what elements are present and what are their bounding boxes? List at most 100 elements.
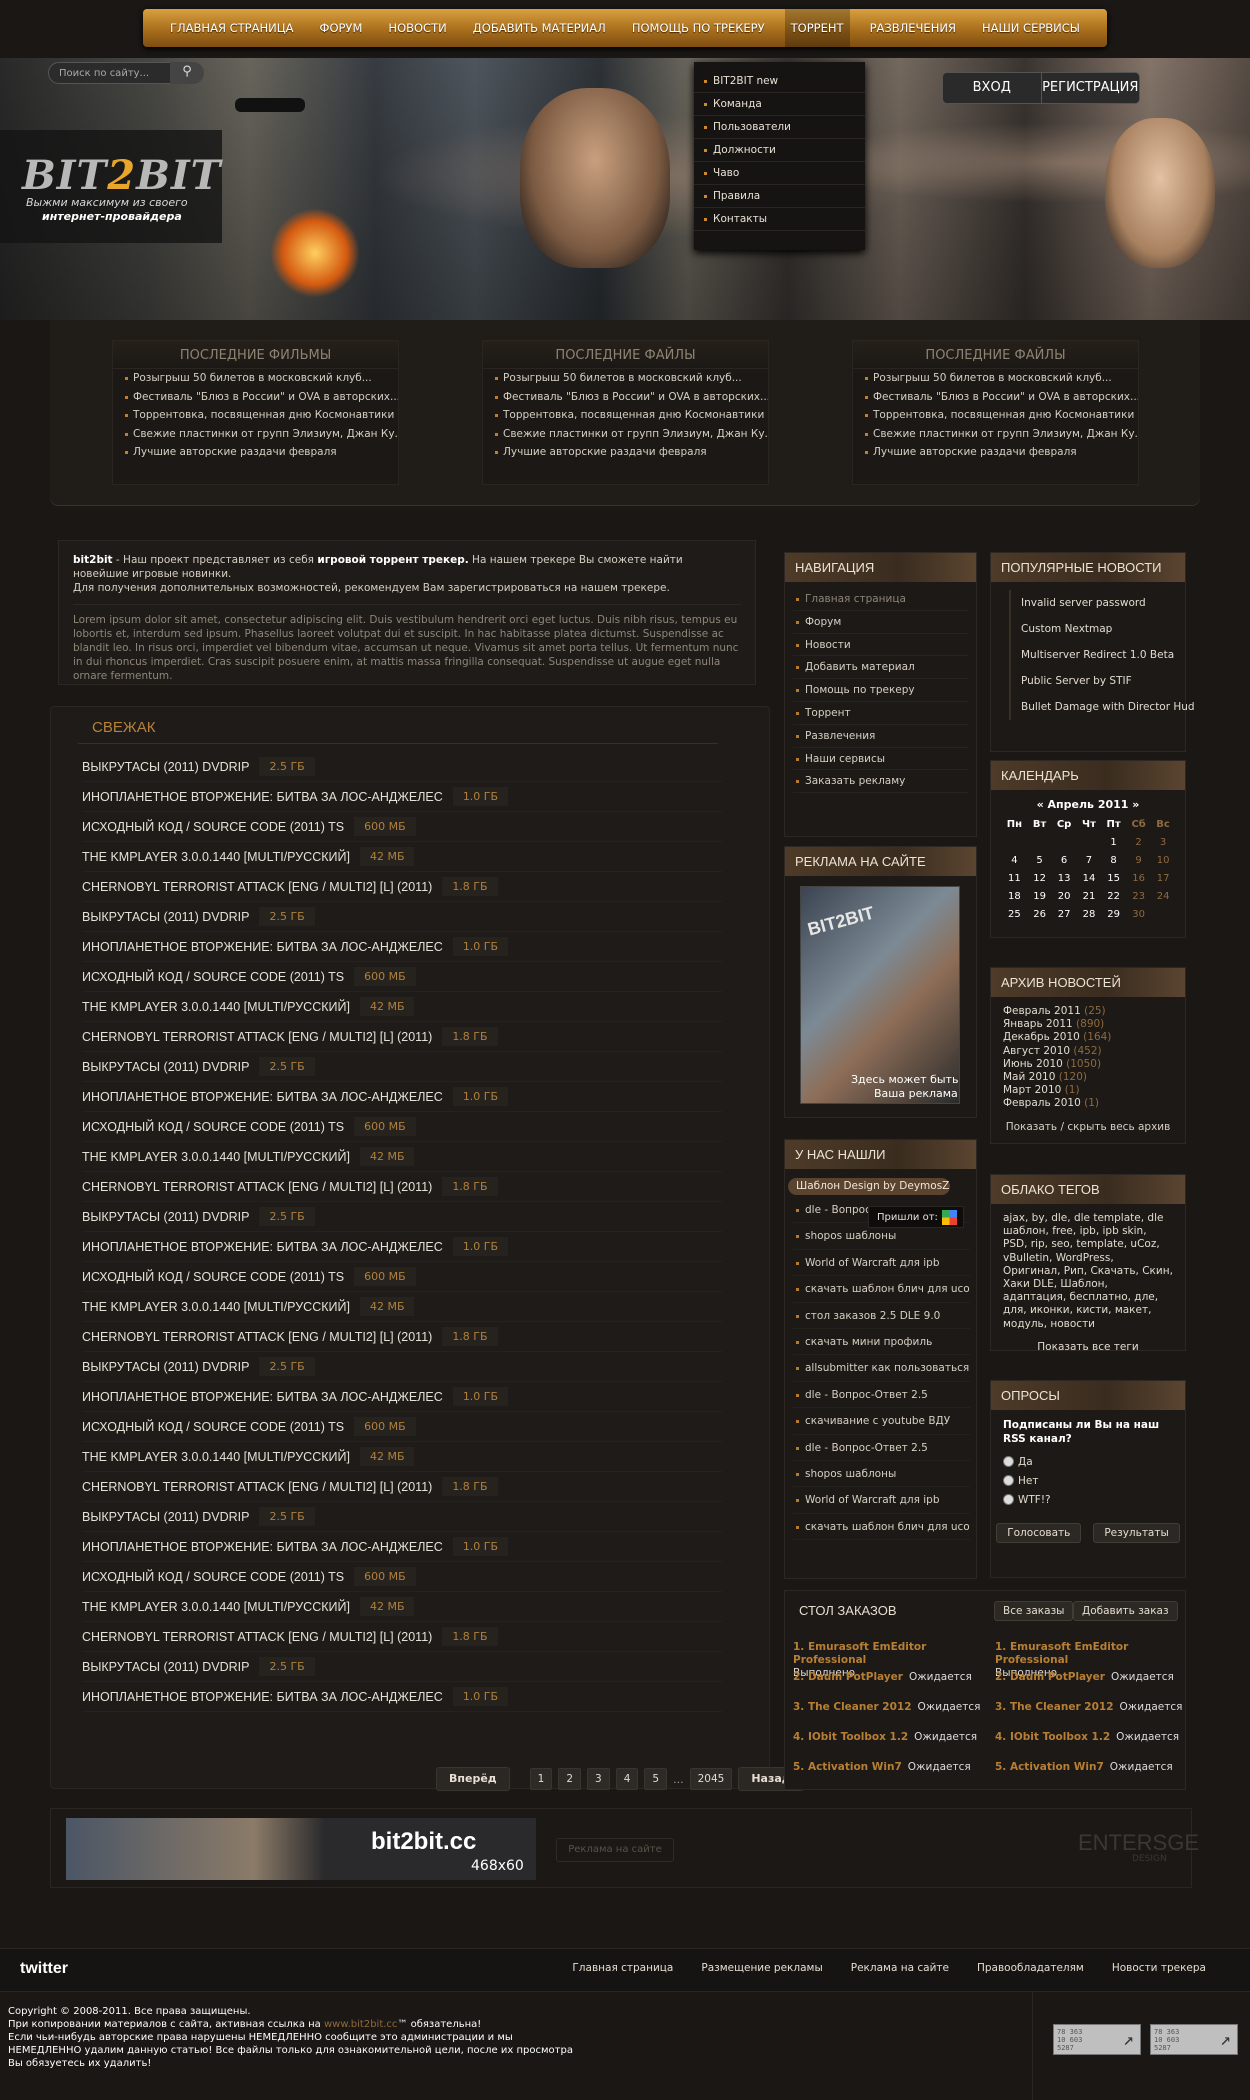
twitter-logo[interactable]: twitter: [20, 1960, 68, 1978]
latest-item[interactable]: Фестиваль "Блюз в России" и OVA в авторс…: [113, 388, 398, 407]
popular-item[interactable]: Multiserver Redirect 1.0 Beta: [1009, 642, 1175, 668]
dropdown-item[interactable]: Должности: [694, 139, 865, 162]
fresh-row[interactable]: ИСХОДНЫЙ КОД / SOURCE CODE (2011) TS 600 …: [82, 962, 722, 992]
calendar-day[interactable]: 9: [1126, 851, 1151, 869]
calendar-day[interactable]: 30: [1126, 905, 1151, 923]
fresh-row[interactable]: ВЫКРУТАСЫ (2011) DVDRIP 2.5 ГБ: [82, 752, 722, 782]
poll-option[interactable]: WTF!?: [1003, 1490, 1173, 1509]
bit2bit-banner[interactable]: bit2bit.cc 468x60: [66, 1818, 536, 1880]
radio-button[interactable]: [1003, 1475, 1014, 1486]
order-item[interactable]: 5. Activation Win7 Ожидается: [793, 1759, 983, 1789]
fresh-row[interactable]: ИНОПЛАНЕТНОЕ ВТОРЖЕНИЕ: БИТВА ЗА ЛОС-АНД…: [82, 782, 722, 812]
latest-item[interactable]: Розыгрыш 50 билетов в московский клуб...: [853, 369, 1138, 388]
latest-item[interactable]: Фестиваль "Блюз в России" и OVA в авторс…: [483, 388, 768, 407]
site-logo[interactable]: BIT2BIT: [22, 152, 221, 199]
fresh-row[interactable]: THE KMPLAYER 3.0.0.1440 [MULTI/РУССКИЙ] 4…: [82, 842, 722, 872]
latest-item[interactable]: Торрентовка, посвященная дню Космонавтик…: [483, 406, 768, 425]
calendar-day[interactable]: 27: [1051, 905, 1076, 923]
nav-item[interactable]: НОВОСТИ: [382, 9, 452, 47]
popular-item[interactable]: Invalid server password: [1009, 590, 1175, 616]
fresh-item-name[interactable]: CHERNOBYL TERRORIST ATTACK [ENG / MULTI2…: [82, 1630, 442, 1644]
nav-item[interactable]: ДОБАВИТЬ МАТЕРИАЛ: [467, 9, 612, 47]
order-item[interactable]: 2. Daum PotPlayer Ожидается: [793, 1669, 983, 1699]
found-item[interactable]: shopos шаблоны: [793, 1461, 970, 1488]
design-tag[interactable]: Шаблон Design by DeymosZ: [788, 1178, 950, 1195]
fresh-row[interactable]: THE KMPLAYER 3.0.0.1440 [MULTI/РУССКИЙ] 4…: [82, 992, 722, 1022]
footer-link[interactable]: Новости трекера: [1098, 1962, 1220, 1974]
latest-item[interactable]: Торрентовка, посвященная дню Космонавтик…: [113, 406, 398, 425]
fresh-item-name[interactable]: ВЫКРУТАСЫ (2011) DVDRIP: [82, 1060, 259, 1074]
fresh-item-name[interactable]: CHERNOBYL TERRORIST ATTACK [ENG / MULTI2…: [82, 1030, 442, 1044]
latest-item[interactable]: Свежие пластинки от групп Элизиум, Джан …: [483, 425, 768, 444]
fresh-item-name[interactable]: CHERNOBYL TERRORIST ATTACK [ENG / MULTI2…: [82, 1180, 442, 1194]
sidebar-nav-item[interactable]: Добавить материал: [793, 656, 968, 680]
dropdown-item[interactable]: Контакты: [694, 208, 865, 231]
fresh-row[interactable]: ИСХОДНЫЙ КОД / SOURCE CODE (2011) TS 600 …: [82, 812, 722, 842]
order-item[interactable]: 5. Activation Win7 Ожидается: [995, 1759, 1185, 1789]
fresh-item-name[interactable]: ИНОПЛАНЕТНОЕ ВТОРЖЕНИЕ: БИТВА ЗА ЛОС-АНД…: [82, 1690, 453, 1704]
fresh-item-name[interactable]: THE KMPLAYER 3.0.0.1440 [MULTI/РУССКИЙ]: [82, 850, 360, 864]
found-item[interactable]: скачивание с youtube ВДУ: [793, 1408, 970, 1435]
calendar-day[interactable]: 26: [1028, 905, 1052, 923]
nav-item[interactable]: ФОРУМ: [314, 9, 369, 47]
found-item[interactable]: World of Warcraft для ipb: [793, 1487, 970, 1514]
order-name[interactable]: 2. Daum PotPlayer: [793, 1671, 903, 1684]
calendar-day[interactable]: 29: [1101, 905, 1126, 923]
calendar-day[interactable]: 18: [1001, 887, 1028, 905]
fresh-item-name[interactable]: ВЫКРУТАСЫ (2011) DVDRIP: [82, 1660, 259, 1674]
calendar-day[interactable]: 16: [1126, 869, 1151, 887]
calendar-day[interactable]: 17: [1151, 869, 1175, 887]
fresh-row[interactable]: CHERNOBYL TERRORIST ATTACK [ENG / MULTI2…: [82, 1022, 722, 1052]
calendar-month[interactable]: « Апрель 2011 »: [1001, 798, 1175, 811]
pager-page[interactable]: 2: [558, 1768, 582, 1790]
order-name[interactable]: 1. Emurasoft EmEditor Professional: [995, 1641, 1179, 1667]
calendar-day[interactable]: 20: [1051, 887, 1076, 905]
calendar-day[interactable]: 3: [1151, 833, 1175, 851]
nav-item[interactable]: ГЛАВНАЯ СТРАНИЦА: [164, 9, 299, 47]
fresh-row[interactable]: ВЫКРУТАСЫ (2011) DVDRIP 2.5 ГБ: [82, 1052, 722, 1082]
fresh-item-name[interactable]: ИСХОДНЫЙ КОД / SOURCE CODE (2011) TS: [82, 1420, 354, 1434]
fresh-row[interactable]: CHERNOBYL TERRORIST ATTACK [ENG / MULTI2…: [82, 872, 722, 902]
sidebar-nav-item[interactable]: Новости: [793, 634, 968, 657]
archive-item[interactable]: Февраль 2011 (25): [1003, 1005, 1173, 1018]
archive-toggle[interactable]: Показать / скрыть весь архив: [1003, 1121, 1173, 1133]
pager-last-page[interactable]: 2045: [689, 1768, 733, 1790]
calendar-day[interactable]: 23: [1126, 887, 1151, 905]
fresh-row[interactable]: CHERNOBYL TERRORIST ATTACK [ENG / MULTI2…: [82, 1622, 722, 1652]
latest-item[interactable]: Розыгрыш 50 билетов в московский клуб...: [113, 369, 398, 388]
latest-item[interactable]: Лучшие авторские раздачи февраля: [113, 443, 398, 462]
order-name[interactable]: 1. Emurasoft EmEditor Professional: [793, 1641, 977, 1667]
order-item[interactable]: 2. Daum PotPlayer Ожидается: [995, 1669, 1185, 1699]
fresh-item-name[interactable]: CHERNOBYL TERRORIST ATTACK [ENG / MULTI2…: [82, 880, 442, 894]
found-item[interactable]: dle - Вопрос-Ответ 2.5: [793, 1435, 970, 1461]
calendar-day[interactable]: 8: [1101, 851, 1126, 869]
latest-item[interactable]: Розыгрыш 50 билетов в московский клуб...: [483, 369, 768, 388]
sidebar-nav-item[interactable]: Помощь по трекеру: [793, 679, 968, 702]
fresh-row[interactable]: ИНОПЛАНЕТНОЕ ВТОРЖЕНИЕ: БИТВА ЗА ЛОС-АНД…: [82, 1682, 722, 1712]
popular-item[interactable]: Custom Nextmap: [1009, 616, 1175, 642]
ad-slot-button[interactable]: Реклама на сайте: [556, 1838, 674, 1862]
calendar-day[interactable]: 1: [1101, 833, 1126, 851]
archive-item[interactable]: Август 2010 (452): [1003, 1045, 1173, 1058]
calendar-day[interactable]: 6: [1051, 851, 1076, 869]
latest-item[interactable]: Лучшие авторские раздачи февраля: [853, 443, 1138, 462]
fresh-item-name[interactable]: CHERNOBYL TERRORIST ATTACK [ENG / MULTI2…: [82, 1330, 442, 1344]
sidebar-nav-item[interactable]: Форум: [793, 611, 968, 634]
fresh-item-name[interactable]: ИНОПЛАНЕТНОЕ ВТОРЖЕНИЕ: БИТВА ЗА ЛОС-АНД…: [82, 1390, 453, 1404]
show-all-tags[interactable]: Показать все теги: [1003, 1341, 1173, 1354]
poll-option[interactable]: Да: [1003, 1452, 1173, 1471]
radio-button[interactable]: [1003, 1456, 1014, 1467]
fresh-item-name[interactable]: ВЫКРУТАСЫ (2011) DVDRIP: [82, 760, 259, 774]
sidebar-nav-item[interactable]: Заказать рекламу: [793, 770, 968, 794]
sidebar-nav-item[interactable]: Развлечения: [793, 725, 968, 748]
fresh-item-name[interactable]: ВЫКРУТАСЫ (2011) DVDRIP: [82, 1210, 259, 1224]
dropdown-item[interactable]: Команда: [694, 93, 865, 116]
fresh-item-name[interactable]: ИНОПЛАНЕТНОЕ ВТОРЖЕНИЕ: БИТВА ЗА ЛОС-АНД…: [82, 940, 453, 954]
nav-item[interactable]: НАШИ СЕРВИСЫ: [976, 9, 1086, 47]
archive-item[interactable]: Февраль 2010 (1): [1003, 1097, 1173, 1110]
pager-page[interactable]: 4: [615, 1768, 639, 1790]
calendar-day[interactable]: 21: [1077, 887, 1101, 905]
login-button[interactable]: ВХОД: [943, 73, 1041, 103]
fresh-row[interactable]: ВЫКРУТАСЫ (2011) DVDRIP 2.5 ГБ: [82, 1502, 722, 1532]
sidebar-nav-item[interactable]: Наши сервисы: [793, 748, 968, 771]
